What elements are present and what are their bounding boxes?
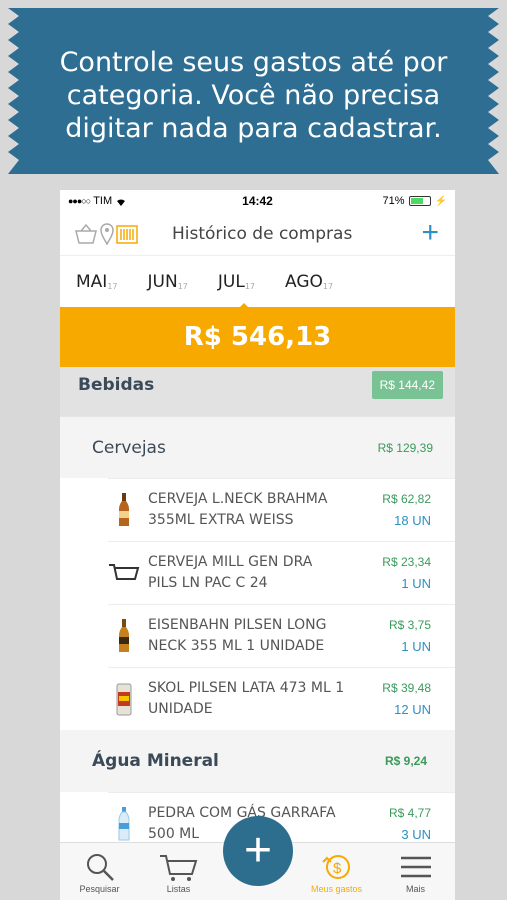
month-tabs: MAI17 JUN17 JUL17 AGO17	[60, 256, 455, 312]
list-item[interactable]: SKOL PILSEN LATA 473 ML 1 UNIDADE R$ 39,4…	[108, 667, 455, 730]
item-name-line: CERVEJA L.NECK BRAHMA	[148, 491, 328, 507]
tab-more[interactable]: Mais	[381, 852, 451, 894]
month-total: R$ 546,13	[60, 307, 455, 367]
tab-my-expenses[interactable]: $ Meus gastos	[302, 852, 372, 894]
item-quantity: 1 UN	[401, 639, 431, 654]
item-name-line: EISENBAHN PILSEN LONG	[148, 617, 327, 633]
banner-text: Controle seus gastos até por categoria. …	[38, 46, 469, 145]
tab-label: Meus gastos	[310, 884, 363, 894]
cart-icon	[106, 563, 142, 583]
svg-text:$: $	[333, 860, 342, 877]
beer-can-icon	[106, 682, 142, 716]
add-purchase-button[interactable]: +	[223, 816, 293, 886]
barcode-icon[interactable]	[116, 223, 138, 245]
active-month-caret	[234, 302, 253, 312]
nav-bar: Histórico de compras +	[60, 212, 455, 256]
tab-month-mai[interactable]: MAI17	[76, 272, 118, 292]
item-price: R$ 3,75	[388, 618, 431, 632]
item-quantity: 1 UN	[401, 576, 431, 591]
search-icon	[86, 854, 114, 881]
subcategory-value: R$ 129,39	[377, 440, 433, 455]
tab-search[interactable]: Pesquisar	[65, 852, 135, 894]
tab-label: Mais	[405, 884, 425, 894]
category-header[interactable]: Bebidas R$ 144,42	[60, 367, 455, 416]
item-name-line: PILS LN PAC C 24	[148, 575, 268, 591]
phone-screen: ●●●○○ TIM 14:42 71% ⚡ Histórico de compr…	[60, 190, 455, 900]
page-title: Histórico de compras	[172, 223, 353, 244]
beer-bottle-icon	[106, 493, 142, 527]
item-quantity: 12 UN	[394, 702, 431, 717]
list-item[interactable]: EISENBAHN PILSEN LONG NECK 355 ML 1 UNIDA…	[108, 604, 455, 667]
tab-month-ago[interactable]: AGO17	[285, 272, 333, 292]
menu-icon	[400, 856, 431, 878]
basket-icon[interactable]	[74, 223, 98, 245]
promo-banner: Controle seus gastos até por categoria. …	[8, 8, 499, 174]
tab-label: Listas	[166, 884, 191, 894]
beer-bottle-icon	[106, 619, 142, 653]
category-name: Bebidas	[78, 374, 155, 395]
subcategory-name: Água Mineral	[92, 751, 219, 771]
list-item[interactable]: CERVEJA L.NECK BRAHMA 355ML EXTRA WEISS R…	[108, 478, 455, 541]
tab-month-jul[interactable]: JUL17	[218, 272, 255, 312]
banner-line: digitar nada para cadastrar.	[65, 113, 442, 144]
item-name-line: NECK 355 ML 1 UNIDADE	[148, 638, 325, 654]
item-name-line: 355ML EXTRA WEISS	[148, 512, 294, 528]
banner-line: categoria. Você não precisa	[66, 80, 441, 111]
subcategory-value: R$ 9,24	[384, 754, 427, 768]
item-price: R$ 23,34	[382, 555, 431, 569]
item-price: R$ 62,82	[382, 492, 431, 506]
item-price: R$ 39,48	[382, 681, 431, 695]
item-name-line: UNIDADE	[148, 701, 213, 717]
list-item[interactable]: CERVEJA MILL GEN DRA PILS LN PAC C 24 R$ …	[108, 541, 455, 604]
tab-month-jun[interactable]: JUN17	[148, 272, 188, 292]
status-bar: ●●●○○ TIM 14:42 71% ⚡	[60, 190, 455, 212]
category-value-badge: R$ 144,42	[371, 370, 443, 399]
expenses-icon: $	[321, 855, 350, 879]
subcategory-header[interactable]: Água Mineral R$ 9,24	[60, 730, 455, 792]
location-pin-icon[interactable]	[100, 222, 114, 245]
battery-icon	[408, 196, 431, 206]
item-quantity: 18 UN	[394, 513, 431, 528]
banner-line: Controle seus gastos até por	[59, 47, 448, 78]
tab-label: Pesquisar	[79, 884, 120, 894]
water-bottle-icon	[106, 807, 142, 841]
item-name-line: SKOL PILSEN LATA 473 ML 1	[148, 680, 345, 696]
add-button[interactable]: +	[421, 218, 439, 248]
tab-lists[interactable]: Listas	[144, 852, 214, 894]
item-price: R$ 4,77	[388, 806, 431, 820]
status-time: 14:42	[242, 194, 273, 208]
subcategory-header[interactable]: Cervejas R$ 129,39	[60, 416, 455, 478]
cart-icon	[159, 855, 197, 881]
item-name-line: CERVEJA MILL GEN DRA	[148, 554, 313, 570]
subcategory-name: Cervejas	[92, 437, 166, 458]
